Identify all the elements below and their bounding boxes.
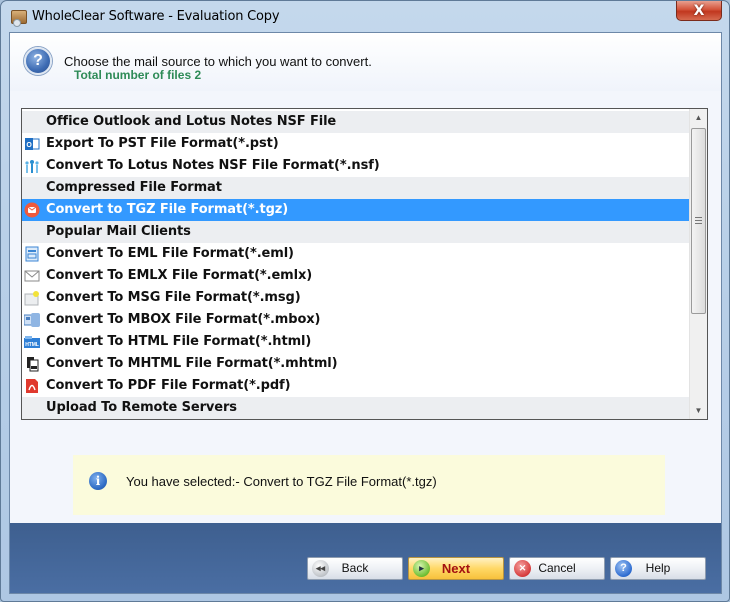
- list-item-label: Convert To Lotus Notes NSF File Format(*…: [46, 158, 380, 173]
- list-item[interactable]: O Export To PST File Format(*.pst): [22, 133, 689, 155]
- title-bar[interactable]: WholeClear Software - Evaluation Copy X: [1, 1, 729, 33]
- back-arrow-icon: ◂◂: [312, 560, 329, 577]
- list-item-label: Convert To HTML File Format(*.html): [46, 334, 312, 349]
- help-question-icon: ?: [615, 560, 632, 577]
- header-title: Choose the mail source to which you want…: [64, 54, 372, 69]
- scroll-up-arrow-icon[interactable]: ▲: [690, 109, 707, 126]
- wizard-header: ? Choose the mail source to which you wa…: [10, 33, 721, 91]
- mbox-icon: [23, 312, 40, 328]
- list-item-label: Convert to TGZ File Format(*.tgz): [46, 202, 289, 217]
- close-icon: X: [693, 2, 705, 19]
- list-item[interactable]: Convert To EMLX File Format(*.emlx): [22, 265, 689, 287]
- next-arrow-icon: ▸: [413, 560, 430, 577]
- list-item-label: Convert To PDF File Format(*.pdf): [46, 378, 291, 393]
- selection-info-box: i You have selected:- Convert to TGZ Fil…: [73, 455, 665, 515]
- list-item-label: Convert To MHTML File Format(*.mhtml): [46, 356, 338, 371]
- app-logo-icon: [11, 10, 27, 27]
- scrollbar-thumb[interactable]: [691, 128, 706, 314]
- app-window: WholeClear Software - Evaluation Copy X …: [0, 0, 730, 602]
- list-item[interactable]: Convert To PDF File Format(*.pdf): [22, 375, 689, 397]
- list-item[interactable]: HTML Convert To HTML File Format(*.html): [22, 331, 689, 353]
- next-button[interactable]: ▸ Next: [408, 557, 504, 580]
- file-count-label: Total number of files 2: [74, 68, 202, 82]
- back-label: Back: [341, 561, 369, 575]
- list-item-label: Export To PST File Format(*.pst): [46, 136, 279, 151]
- list-group-header: Popular Mail Clients: [22, 221, 689, 243]
- next-label: Next: [441, 561, 471, 576]
- list-group-header: Upload To Remote Servers: [22, 397, 689, 419]
- list-item[interactable]: Convert to TGZ File Format(*.tgz): [22, 199, 689, 221]
- list-item-label: Convert To EML File Format(*.eml): [46, 246, 294, 261]
- help-button[interactable]: ? Help: [610, 557, 706, 580]
- list-group-header: Office Outlook and Lotus Notes NSF File: [22, 111, 689, 133]
- mhtml-icon: [24, 356, 40, 372]
- format-list-items: Office Outlook and Lotus Notes NSF File O…: [22, 111, 689, 419]
- cancel-x-icon: ✕: [514, 560, 531, 577]
- list-item[interactable]: Convert To Lotus Notes NSF File Format(*…: [22, 155, 689, 177]
- list-group-header: Compressed File Format: [22, 177, 689, 199]
- cancel-button[interactable]: ✕ Cancel: [509, 557, 605, 580]
- envelope-icon: [24, 268, 40, 284]
- tgz-icon: [24, 202, 40, 218]
- back-button[interactable]: ◂◂ Back: [307, 557, 403, 580]
- vertical-scrollbar[interactable]: ▲ ▼: [689, 109, 707, 419]
- list-item-label: Popular Mail Clients: [46, 224, 191, 239]
- cancel-label: Cancel: [538, 561, 576, 575]
- pdf-icon: [24, 378, 40, 394]
- button-bar: ◂◂ Back ▸ Next ✕ Cancel ? Help: [10, 523, 721, 593]
- list-item-label: Office Outlook and Lotus Notes NSF File: [46, 114, 337, 129]
- wizard-panel: ? Choose the mail source to which you wa…: [9, 32, 722, 594]
- svg-text:HTML: HTML: [25, 342, 39, 348]
- list-item-label: Upload To Remote Servers: [46, 400, 237, 415]
- list-item[interactable]: Convert To MHTML File Format(*.mhtml): [22, 353, 689, 375]
- format-list[interactable]: Office Outlook and Lotus Notes NSF File O…: [21, 108, 708, 420]
- grip-icon: [695, 217, 702, 224]
- window-title: WholeClear Software - Evaluation Copy: [32, 9, 280, 24]
- list-item-label: Convert To MBOX File Format(*.mbox): [46, 312, 321, 327]
- info-icon: i: [89, 472, 107, 490]
- lotus-notes-icon: [24, 158, 40, 174]
- scroll-down-arrow-icon[interactable]: ▼: [690, 402, 707, 419]
- help-label: Help: [645, 561, 671, 575]
- list-item-label: Convert To MSG File Format(*.msg): [46, 290, 301, 305]
- close-button[interactable]: X: [676, 1, 722, 21]
- selection-info-text: You have selected:- Convert to TGZ File …: [126, 474, 437, 489]
- list-item[interactable]: Convert To MBOX File Format(*.mbox): [22, 309, 689, 331]
- list-item[interactable]: Convert To EML File Format(*.eml): [22, 243, 689, 265]
- msg-icon: [24, 290, 40, 306]
- list-item-label: Convert To EMLX File Format(*.emlx): [46, 268, 313, 283]
- outlook-icon: O: [24, 136, 40, 152]
- list-item-label: Compressed File Format: [46, 180, 222, 195]
- eml-icon: [24, 246, 40, 262]
- list-item[interactable]: Convert To MSG File Format(*.msg): [22, 287, 689, 309]
- svg-text:O: O: [26, 142, 32, 149]
- html-icon: HTML: [24, 334, 40, 350]
- question-icon: ?: [24, 47, 52, 75]
